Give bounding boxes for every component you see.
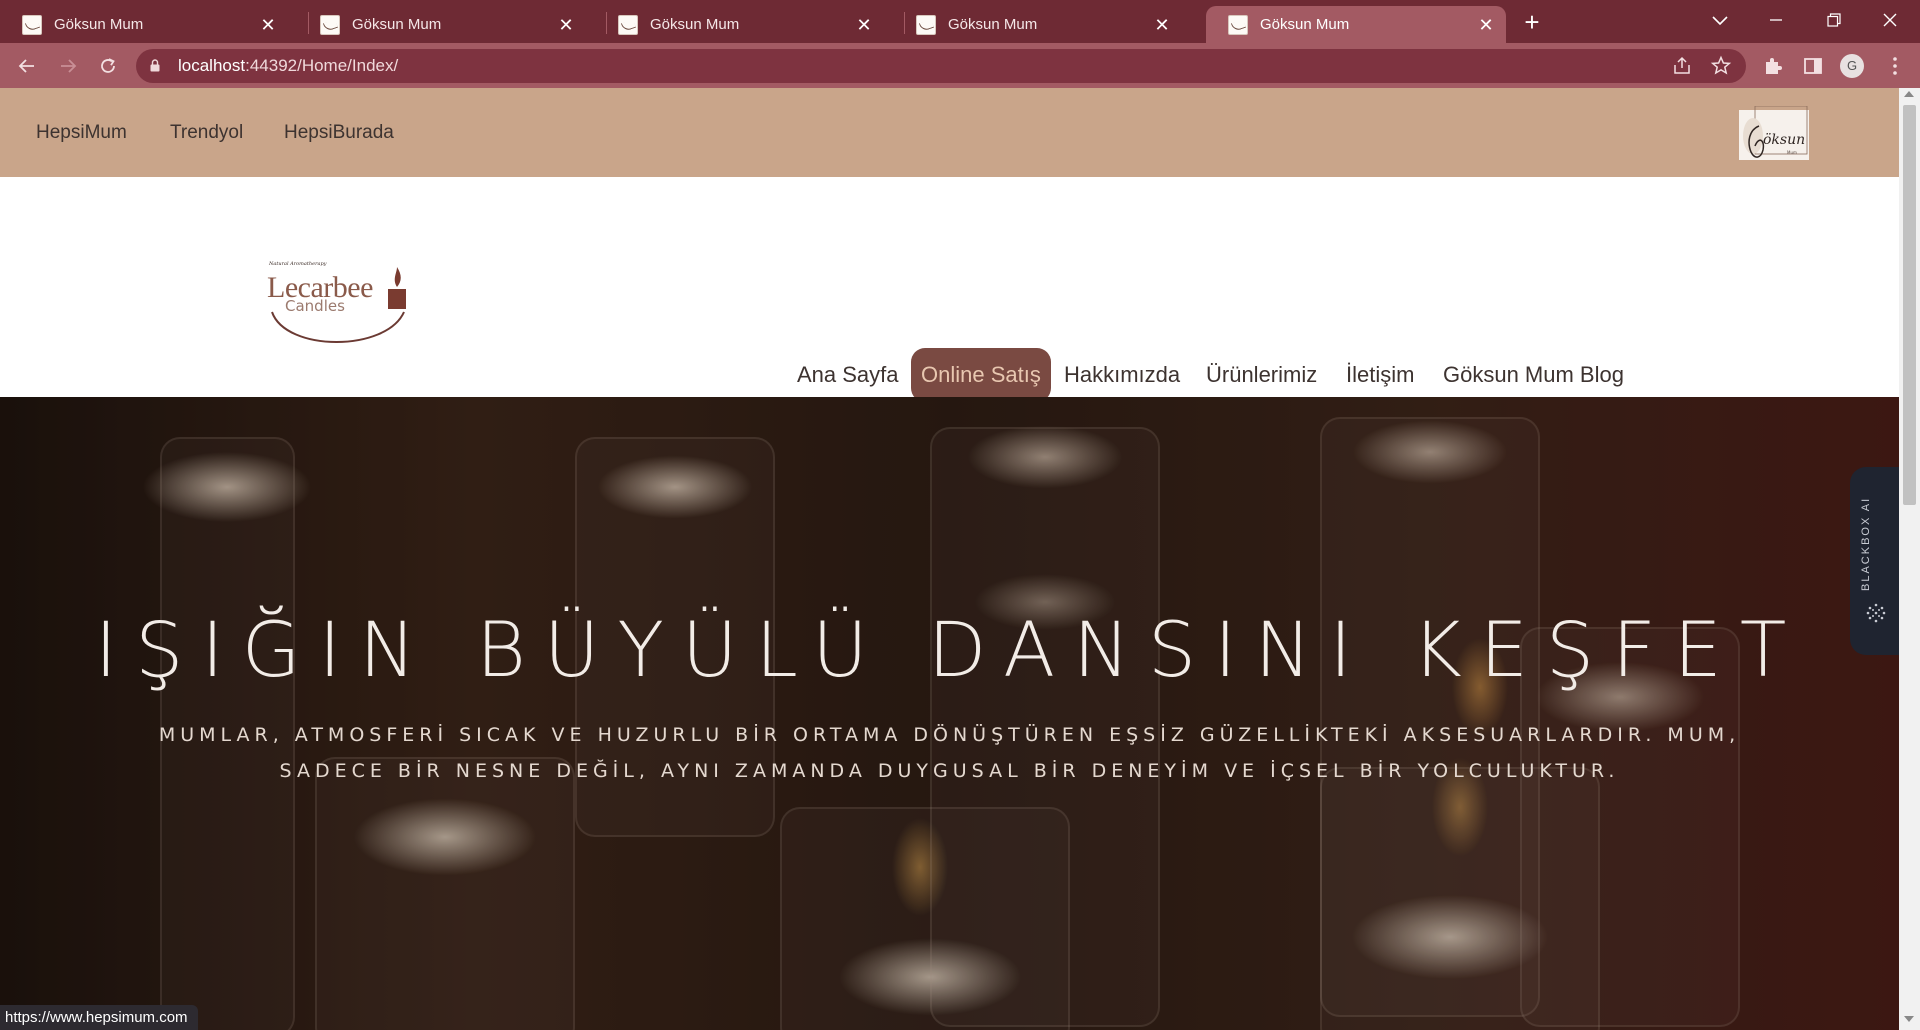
tab-title: Göksun Mum (650, 16, 740, 33)
minimize-window-button[interactable] (1756, 4, 1796, 36)
web-page: HepsiMum Trendyol HepsiBurada öksun Mum … (0, 88, 1899, 1030)
url-host: localhost (178, 56, 246, 75)
browser-tab-active[interactable]: Göksun Mum ✕ (1206, 6, 1506, 43)
marketplace-link-hepsiburada[interactable]: HepsiBurada (284, 122, 394, 144)
address-bar[interactable]: localhost:44392/Home/Index/ (136, 49, 1746, 83)
brand-logo[interactable]: Natural Aromatherapy Lecarbee Candles (266, 257, 412, 353)
blackbox-ai-icon (1866, 603, 1886, 623)
nav-item-online-satis[interactable]: Online Satış (911, 348, 1051, 402)
site-favicon-icon (320, 14, 340, 35)
close-tab-icon[interactable]: ✕ (1152, 15, 1172, 35)
browser-tab[interactable]: Göksun Mum ✕ (0, 6, 288, 43)
restore-window-button[interactable] (1814, 4, 1854, 36)
browser-tab[interactable]: Göksun Mum ✕ (894, 6, 1182, 43)
forward-button[interactable] (53, 51, 83, 81)
tab-title: Göksun Mum (948, 16, 1038, 33)
browser-toolbar: localhost:44392/Home/Index/ G (0, 43, 1920, 88)
page-scrollbar[interactable] (1899, 88, 1920, 1030)
marketplace-link-trendyol[interactable]: Trendyol (170, 122, 243, 144)
nav-item-ana-sayfa[interactable]: Ana Sayfa (797, 348, 899, 402)
tab-search-icon[interactable] (1700, 4, 1740, 36)
close-window-button[interactable] (1870, 4, 1910, 36)
site-favicon-icon (618, 14, 638, 35)
scroll-down-arrow-icon[interactable] (1904, 1016, 1914, 1022)
close-tab-icon[interactable]: ✕ (556, 15, 576, 35)
browser-tab[interactable]: Göksun Mum ✕ (298, 6, 586, 43)
scrollbar-thumb[interactable] (1903, 105, 1916, 505)
hero-description: MUMLAR, ATMOSFERİ SICAK VE HUZURLU BİR O… (158, 724, 1741, 782)
extensions-puzzle-icon[interactable] (1760, 53, 1786, 79)
nav-item-hakkimizda[interactable]: Hakkımızda (1064, 348, 1180, 402)
status-bar-link-preview: https://www.hepsimum.com (0, 1005, 198, 1030)
nav-item-goksun-mum-blog[interactable]: Göksun Mum Blog (1443, 348, 1624, 402)
site-header: Natural Aromatherapy Lecarbee Candles An… (0, 177, 1899, 402)
marketplace-link-hepsimum[interactable]: HepsiMum (36, 122, 127, 144)
marketplace-topbar: HepsiMum Trendyol HepsiBurada öksun Mum (0, 88, 1899, 177)
profile-avatar[interactable]: G (1840, 54, 1864, 78)
tab-title: Göksun Mum (54, 16, 144, 33)
hero-overlay (0, 397, 1899, 1030)
browser-tab[interactable]: Göksun Mum ✕ (596, 6, 884, 43)
site-favicon-icon (22, 14, 42, 35)
goksun-logo[interactable]: öksun Mum (1737, 106, 1811, 162)
close-tab-icon[interactable]: ✕ (1476, 15, 1496, 35)
blackbox-ai-label: BLACKBOX AI (1860, 496, 1872, 591)
svg-text:Mum: Mum (1787, 150, 1797, 155)
nav-item-iletisim[interactable]: İletişim (1346, 348, 1414, 402)
svg-text:öksun: öksun (1763, 132, 1805, 148)
close-tab-icon[interactable]: ✕ (258, 15, 278, 35)
browser-menu-icon[interactable] (1882, 53, 1908, 79)
url-path: :44392/Home/Index/ (245, 56, 399, 75)
lock-icon[interactable] (150, 59, 160, 72)
browser-tab-strip: Göksun Mum ✕ Göksun Mum ✕ Göksun Mum ✕ G… (0, 0, 1920, 43)
tab-title: Göksun Mum (352, 16, 442, 33)
reload-button[interactable] (93, 51, 123, 81)
site-favicon-icon (916, 14, 936, 35)
nav-item-urunlerimiz[interactable]: Ürünlerimiz (1206, 348, 1317, 402)
hero-title: IŞIĞIN BÜYÜLÜ DANSINI KEŞFET (94, 605, 1805, 694)
scroll-up-arrow-icon[interactable] (1904, 91, 1914, 97)
site-favicon-icon (1228, 14, 1248, 35)
blackbox-ai-side-panel[interactable]: BLACKBOX AI (1850, 467, 1899, 655)
side-panel-icon[interactable] (1800, 53, 1826, 79)
share-icon[interactable] (1671, 55, 1693, 77)
brand-subtitle: Candles (285, 297, 345, 315)
back-button[interactable] (12, 51, 42, 81)
bookmark-star-icon[interactable] (1710, 55, 1732, 77)
main-navigation: Ana Sayfa Online Satış Hakkımızda Ürünle… (0, 348, 1899, 402)
new-tab-button[interactable]: + (1518, 8, 1546, 36)
hero-banner: IŞIĞIN BÜYÜLÜ DANSINI KEŞFET MUMLAR, ATM… (0, 397, 1899, 1030)
close-tab-icon[interactable]: ✕ (854, 15, 874, 35)
url-text: localhost:44392/Home/Index/ (178, 56, 398, 76)
brand-tagline: Natural Aromatherapy (269, 261, 327, 267)
tab-title: Göksun Mum (1260, 16, 1350, 33)
